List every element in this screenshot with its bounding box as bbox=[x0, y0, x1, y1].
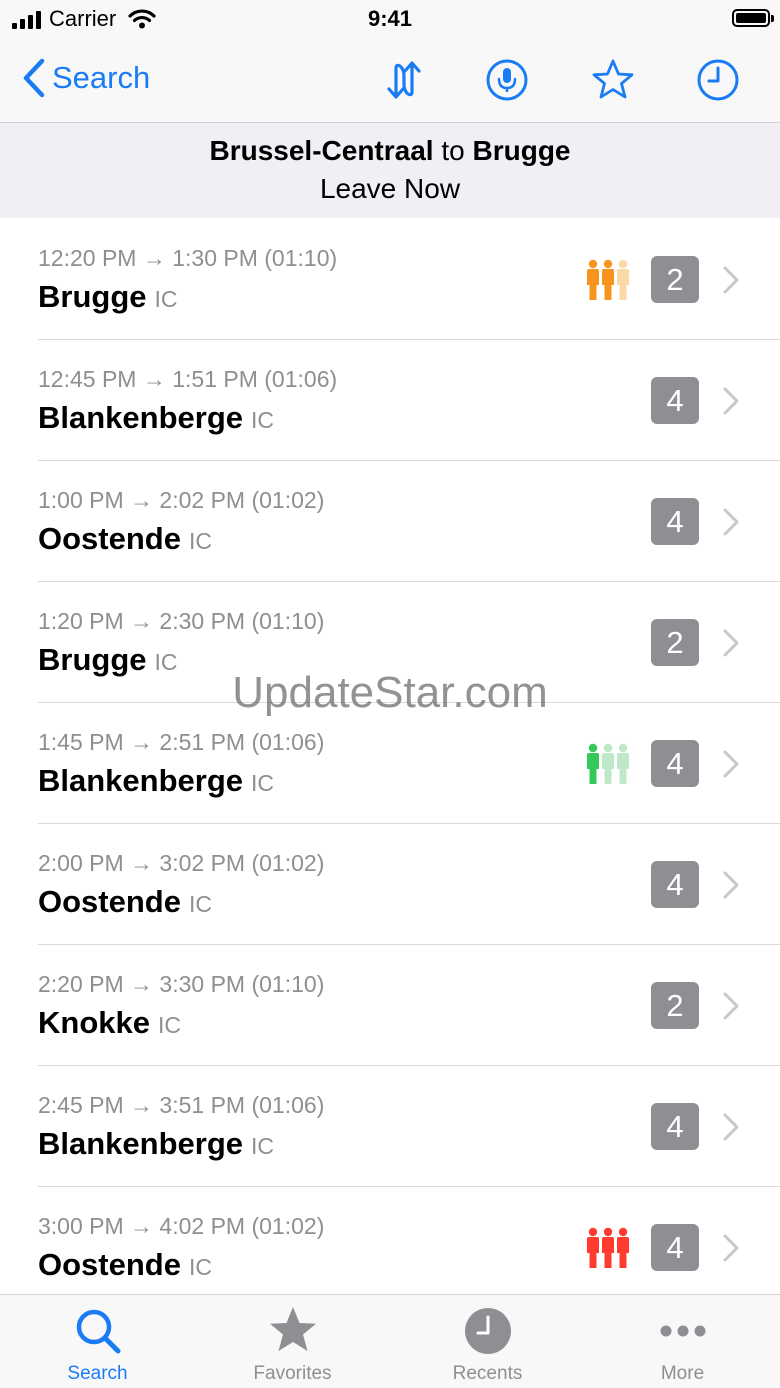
platform-badge: 4 bbox=[651, 498, 699, 545]
status-bar: Carrier 9:41 bbox=[0, 0, 780, 40]
connection-time: 1:00 PM → 2:02 PM (01:02) bbox=[38, 487, 325, 513]
train-type: IC bbox=[188, 891, 212, 917]
star-icon[interactable] bbox=[591, 58, 635, 102]
connection-row[interactable]: 1:45 PM → 2:51 PM (01:06) Blankenberge IC 4 bbox=[0, 703, 780, 824]
route-subtitle: Leave Now bbox=[319, 173, 461, 204]
microphone-icon[interactable] bbox=[485, 58, 529, 102]
platform-badge: 4 bbox=[651, 377, 699, 424]
chevron-right-icon bbox=[723, 871, 739, 899]
connection-row[interactable]: 2:20 PM → 3:30 PM (01:10) Knokke IC 2 bbox=[0, 945, 780, 1066]
tab-label: Search bbox=[67, 1363, 128, 1384]
tab-favorites[interactable]: Favorites bbox=[195, 1295, 390, 1388]
navigation-bar: Search bbox=[0, 40, 780, 123]
more-icon bbox=[660, 1325, 706, 1337]
connection-time: 2:45 PM → 3:51 PM (01:06) bbox=[38, 1092, 325, 1118]
tab-label: Recents bbox=[452, 1363, 523, 1384]
connection-time: 3:00 PM → 4:02 PM (01:02) bbox=[38, 1213, 325, 1239]
platform-badge: 4 bbox=[651, 861, 699, 908]
tab-label: More bbox=[660, 1363, 705, 1384]
connection-row[interactable]: 12:45 PM → 1:51 PM (01:06) Blankenberge IC… bbox=[0, 340, 780, 461]
route-connector: to bbox=[441, 135, 465, 166]
connection-destination: Blankenberge IC bbox=[38, 400, 274, 436]
train-type: IC bbox=[188, 528, 212, 554]
chevron-right-icon bbox=[723, 992, 739, 1020]
chevron-right-icon bbox=[723, 266, 739, 294]
route-header: Brussel-Centraal to Brugge Leave Now bbox=[0, 123, 780, 218]
destination-name: Blankenberge bbox=[38, 400, 244, 435]
connection-destination: Blankenberge IC bbox=[38, 763, 274, 799]
route-to: Brugge bbox=[472, 135, 571, 166]
destination-name: Oostende bbox=[38, 1247, 181, 1282]
connection-time: 12:45 PM → 1:51 PM (01:06) bbox=[38, 366, 338, 392]
route-from: Brussel-Centraal bbox=[209, 135, 434, 166]
occupancy-icon bbox=[587, 259, 629, 300]
clock-icon[interactable] bbox=[696, 58, 740, 102]
route-title: Brussel-Centraal to Brugge bbox=[0, 135, 780, 167]
connection-row[interactable]: 2:00 PM → 3:02 PM (01:02) Oostende IC 4 bbox=[0, 824, 780, 945]
status-time: 9:41 bbox=[367, 6, 413, 31]
occupancy-icon bbox=[587, 1227, 629, 1268]
platform-badge: 2 bbox=[651, 256, 699, 303]
occupancy-icon bbox=[587, 743, 629, 784]
destination-name: Oostende bbox=[38, 884, 181, 919]
connection-row[interactable]: 12:20 PM → 1:30 PM (01:10) Brugge IC 2 bbox=[0, 219, 780, 340]
clock-icon bbox=[465, 1308, 511, 1354]
platform-badge: 4 bbox=[651, 1103, 699, 1150]
destination-name: Brugge bbox=[38, 642, 147, 677]
connection-destination: Oostende IC bbox=[38, 521, 212, 557]
star-icon bbox=[270, 1307, 316, 1351]
connection-time: 12:20 PM → 1:30 PM (01:10) bbox=[38, 245, 338, 271]
connection-time: 2:00 PM → 3:02 PM (01:02) bbox=[38, 850, 325, 876]
platform-badge: 4 bbox=[651, 740, 699, 787]
tab-recents[interactable]: Recents bbox=[390, 1295, 585, 1388]
connection-destination: Knokke IC bbox=[38, 1005, 181, 1041]
connection-destination: Blankenberge IC bbox=[38, 1126, 274, 1162]
train-type: IC bbox=[251, 770, 275, 796]
chevron-right-icon bbox=[723, 1234, 739, 1262]
connection-row[interactable]: 1:20 PM → 2:30 PM (01:10) Brugge IC 2 bbox=[0, 582, 780, 703]
train-type: IC bbox=[251, 407, 275, 433]
chevron-right-icon bbox=[723, 1113, 739, 1141]
connection-row[interactable]: 2:45 PM → 3:51 PM (01:06) Blankenberge IC 4 bbox=[0, 1066, 780, 1187]
connection-destination: Brugge IC bbox=[38, 279, 178, 315]
destination-name: Knokke bbox=[38, 1005, 150, 1040]
train-type: IC bbox=[188, 1254, 212, 1280]
connection-row[interactable]: 1:00 PM → 2:02 PM (01:02) Oostende IC 4 bbox=[0, 461, 780, 582]
destination-name: Blankenberge bbox=[38, 763, 244, 798]
destination-name: Oostende bbox=[38, 521, 181, 556]
battery-icon bbox=[732, 9, 774, 27]
platform-badge: 2 bbox=[651, 982, 699, 1029]
swap-direction-icon[interactable] bbox=[382, 58, 426, 102]
chevron-right-icon bbox=[723, 629, 739, 657]
train-type: IC bbox=[157, 1012, 181, 1038]
platform-badge: 4 bbox=[651, 1224, 699, 1271]
back-button[interactable]: Search bbox=[22, 58, 150, 98]
train-type: IC bbox=[154, 649, 178, 675]
connection-time: 1:20 PM → 2:30 PM (01:10) bbox=[38, 608, 325, 634]
chevron-right-icon bbox=[723, 750, 739, 778]
connections-list: 12:20 PM → 1:30 PM (01:10) Brugge IC 2 12:45… bbox=[0, 219, 780, 1308]
connection-destination: Oostende IC bbox=[38, 884, 212, 920]
chevron-left-icon bbox=[23, 58, 45, 98]
tab-bar: Search Favorites Recents More bbox=[0, 1294, 780, 1388]
connection-time: 1:45 PM → 2:51 PM (01:06) bbox=[38, 729, 325, 755]
tab-search[interactable]: Search bbox=[0, 1295, 195, 1388]
chevron-right-icon bbox=[723, 387, 739, 415]
search-icon bbox=[76, 1309, 121, 1354]
platform-badge: 2 bbox=[651, 619, 699, 666]
train-type: IC bbox=[251, 1133, 275, 1159]
train-type: IC bbox=[154, 286, 178, 312]
tab-more[interactable]: More bbox=[585, 1295, 780, 1388]
connection-time: 2:20 PM → 3:30 PM (01:10) bbox=[38, 971, 325, 997]
destination-name: Blankenberge bbox=[38, 1126, 244, 1161]
connection-destination: Oostende IC bbox=[38, 1247, 212, 1283]
chevron-right-icon bbox=[723, 508, 739, 536]
connection-row[interactable]: 3:00 PM → 4:02 PM (01:02) Oostende IC 4 bbox=[0, 1187, 780, 1308]
connection-destination: Brugge IC bbox=[38, 642, 178, 678]
destination-name: Brugge bbox=[38, 279, 147, 314]
back-label: Search bbox=[52, 60, 151, 95]
tab-label: Favorites bbox=[253, 1363, 332, 1384]
